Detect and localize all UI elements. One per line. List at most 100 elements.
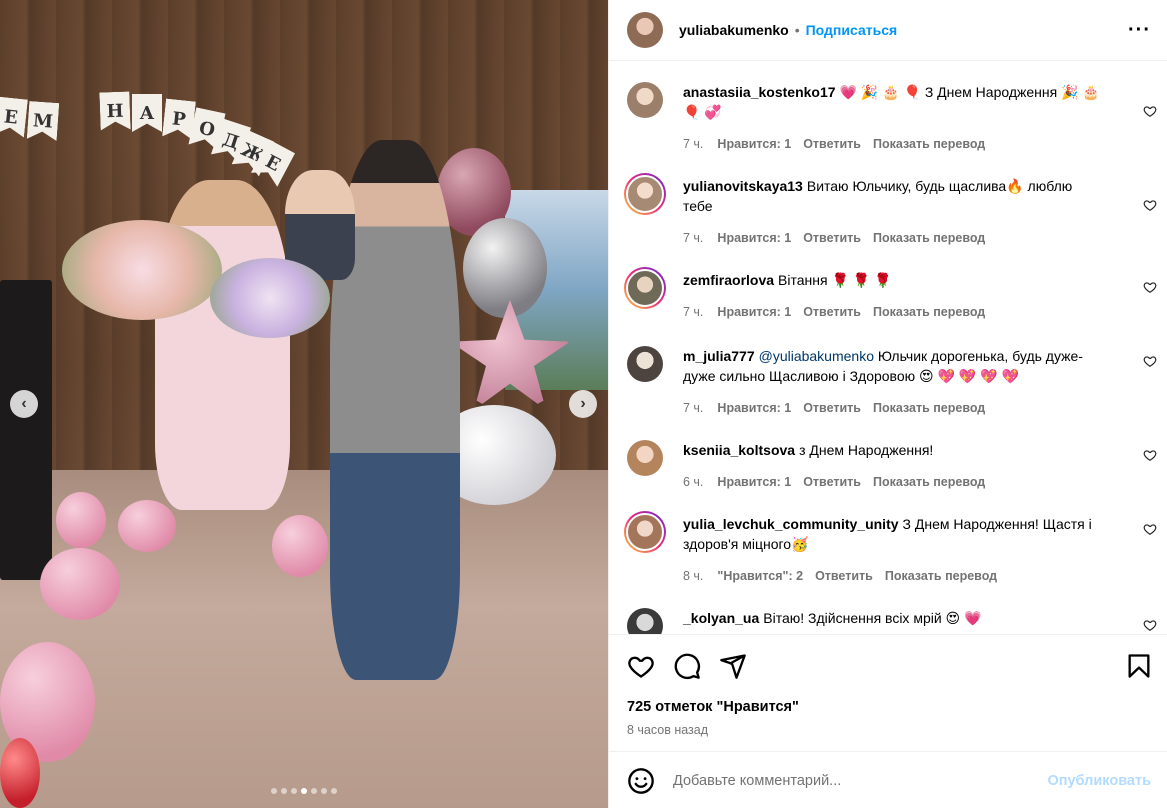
comment-input[interactable] bbox=[673, 772, 1033, 789]
commenter-avatar[interactable] bbox=[627, 608, 663, 634]
carousel-next-button[interactable]: › bbox=[569, 390, 597, 418]
balloon bbox=[463, 218, 547, 318]
carousel-dot bbox=[301, 788, 307, 794]
like-comment-icon[interactable] bbox=[1143, 280, 1157, 294]
commenter-avatar[interactable] bbox=[627, 346, 663, 382]
story-ring[interactable] bbox=[624, 511, 666, 553]
comment-text: _kolyan_ua Вітаю! Здійснення всіх мрій 😍 … bbox=[683, 608, 1103, 628]
comment-time[interactable]: 7 ч. bbox=[683, 228, 703, 248]
comment-likes[interactable]: Нравится: 1 bbox=[717, 398, 791, 418]
reply-button[interactable]: Ответить bbox=[803, 302, 861, 322]
comment-icon[interactable] bbox=[673, 652, 701, 680]
banner-flag: Е bbox=[0, 97, 28, 138]
show-translation-button[interactable]: Показать перевод bbox=[873, 398, 985, 418]
comment-text: kseniia_koltsova з Днем Народження! bbox=[683, 440, 1103, 460]
like-comment-icon[interactable] bbox=[1143, 104, 1157, 118]
comment-body: yulianovitskaya13 Витаю Юльчику, будь щас… bbox=[683, 176, 1103, 248]
carousel-dot bbox=[321, 788, 327, 794]
emoji-icon[interactable] bbox=[627, 767, 655, 795]
follow-button[interactable]: Подписаться bbox=[806, 22, 898, 38]
commenter-avatar[interactable] bbox=[627, 440, 663, 476]
like-comment-icon[interactable] bbox=[1143, 448, 1157, 462]
show-translation-button[interactable]: Показать перевод bbox=[873, 472, 985, 492]
show-translation-button[interactable]: Показать перевод bbox=[873, 134, 985, 154]
balloon bbox=[272, 515, 328, 577]
commenter-avatar[interactable] bbox=[627, 82, 663, 118]
comment-author[interactable]: zemfiraorlova bbox=[683, 272, 774, 288]
author-avatar[interactable] bbox=[627, 12, 663, 48]
reply-button[interactable]: Ответить bbox=[815, 566, 873, 586]
story-ring[interactable] bbox=[624, 173, 666, 215]
balloon bbox=[118, 500, 176, 552]
like-comment-icon[interactable] bbox=[1143, 198, 1157, 212]
commenter-avatar[interactable] bbox=[626, 513, 664, 551]
likes-count[interactable]: 725 отметок "Нравится" bbox=[627, 699, 799, 715]
comment-item: yulianovitskaya13 Витаю Юльчику, будь щас… bbox=[624, 173, 1157, 248]
comment-time[interactable]: 7 ч. bbox=[683, 134, 703, 154]
share-icon[interactable] bbox=[719, 652, 747, 680]
separator-dot: • bbox=[794, 22, 800, 38]
reply-button[interactable]: Ответить bbox=[803, 472, 861, 492]
comment-time[interactable]: 8 ч. bbox=[683, 566, 703, 586]
comment-likes[interactable]: Нравится: 1 bbox=[717, 134, 791, 154]
commenter-avatar[interactable] bbox=[626, 175, 664, 213]
more-options-icon[interactable]: ··· bbox=[1128, 19, 1151, 42]
comment-likes[interactable]: Нравится: 1 bbox=[717, 228, 791, 248]
like-comment-icon[interactable] bbox=[1143, 522, 1157, 536]
comment-body: anastasiia_kostenko17 💗 🎉 🎂 🎈 З Днем Наро… bbox=[683, 82, 1103, 154]
comment-author[interactable]: kseniia_koltsova bbox=[683, 442, 795, 458]
comment-author[interactable]: yulianovitskaya13 bbox=[683, 178, 803, 194]
story-ring[interactable] bbox=[624, 267, 666, 309]
carousel-indicator bbox=[0, 788, 608, 794]
banner-flag: А bbox=[132, 94, 162, 132]
post-timestamp[interactable]: 8 часов назад bbox=[627, 723, 708, 737]
like-comment-icon[interactable] bbox=[1143, 618, 1157, 632]
comment-likes[interactable]: "Нравится": 2 bbox=[717, 566, 803, 586]
comment-author[interactable]: _kolyan_ua bbox=[683, 610, 759, 626]
comment-body: zemfiraorlova Вітання 🌹 🌹 🌹 7 ч. Нравится… bbox=[683, 270, 1103, 322]
publish-button[interactable]: Опубликовать bbox=[1047, 773, 1151, 789]
reply-button[interactable]: Ответить bbox=[803, 228, 861, 248]
flower-bouquet bbox=[62, 220, 222, 320]
show-translation-button[interactable]: Показать перевод bbox=[873, 228, 985, 248]
comment-meta: 7 ч. Нравится: 1 Ответить Показать перев… bbox=[683, 302, 1103, 322]
show-translation-button[interactable]: Показать перевод bbox=[873, 302, 985, 322]
reply-button[interactable]: Ответить bbox=[803, 398, 861, 418]
show-translation-button[interactable]: Показать перевод bbox=[885, 566, 997, 586]
commenter-avatar[interactable] bbox=[626, 269, 664, 307]
comment-author[interactable]: m_julia777 bbox=[683, 348, 755, 364]
comment-body: kseniia_koltsova з Днем Народження! 6 ч. … bbox=[683, 440, 1103, 492]
comment-item: m_julia777 @yuliabakumenko Юльчик дороген… bbox=[627, 346, 1157, 418]
comment-meta: 7 ч. Нравится: 1 Ответить Показать перев… bbox=[683, 398, 1103, 418]
comment-item: kseniia_koltsova з Днем Народження! 6 ч. … bbox=[627, 440, 1157, 492]
author-username[interactable]: yuliabakumenko bbox=[679, 22, 789, 38]
balloon bbox=[0, 738, 40, 808]
comment-item: anastasiia_kostenko17 💗 🎉 🎂 🎈 З Днем Наро… bbox=[627, 82, 1157, 154]
comment-time[interactable]: 6 ч. bbox=[683, 472, 703, 492]
comment-text: yulianovitskaya13 Витаю Юльчику, будь щас… bbox=[683, 176, 1103, 216]
banner-flag: М bbox=[27, 101, 60, 141]
comment-author[interactable]: yulia_levchuk_community_unity bbox=[683, 516, 899, 532]
action-icons bbox=[627, 652, 747, 680]
like-icon[interactable] bbox=[627, 652, 655, 680]
comment-author[interactable]: anastasiia_kostenko17 bbox=[683, 84, 836, 100]
balloon bbox=[56, 492, 106, 548]
comment-likes[interactable]: Нравится: 1 bbox=[717, 472, 791, 492]
post-side-panel: yuliabakumenko • Подписаться ··· anastas… bbox=[608, 0, 1167, 808]
comment-meta: 8 ч. "Нравится": 2 Ответить Показать пер… bbox=[683, 566, 1103, 586]
comment-text: zemfiraorlova Вітання 🌹 🌹 🌹 bbox=[683, 270, 1103, 290]
comment-likes[interactable]: Нравится: 1 bbox=[717, 302, 791, 322]
comment-time[interactable]: 7 ч. bbox=[683, 302, 703, 322]
like-comment-icon[interactable] bbox=[1143, 354, 1157, 368]
carousel-dot bbox=[281, 788, 287, 794]
carousel-prev-button[interactable]: ‹ bbox=[10, 390, 38, 418]
comment-time[interactable]: 7 ч. bbox=[683, 398, 703, 418]
comment-list[interactable]: anastasiia_kostenko17 💗 🎉 🎂 🎈 З Днем Наро… bbox=[609, 62, 1167, 634]
comment-body: m_julia777 @yuliabakumenko Юльчик дороген… bbox=[683, 346, 1103, 418]
carousel-dot bbox=[311, 788, 317, 794]
bookmark-icon[interactable] bbox=[1125, 652, 1153, 680]
add-comment-bar: Опубликовать bbox=[609, 753, 1167, 808]
balloon bbox=[40, 548, 120, 620]
reply-button[interactable]: Ответить bbox=[803, 134, 861, 154]
comment-mention[interactable]: @yuliabakumenko bbox=[759, 348, 874, 364]
